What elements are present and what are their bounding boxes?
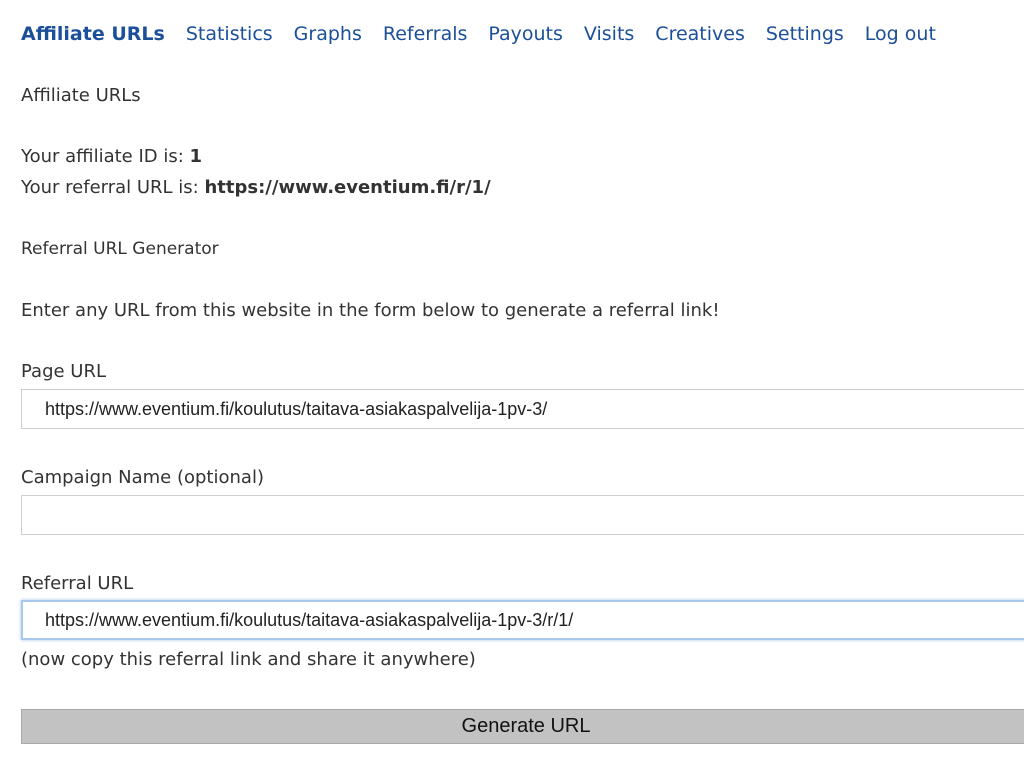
affiliate-id-line: Your affiliate ID is: 1 — [21, 145, 202, 169]
nav-settings[interactable]: Settings — [766, 20, 844, 48]
affiliate-nav: Affiliate URLs Statistics Graphs Referra… — [21, 20, 936, 48]
generator-heading: Referral URL Generator — [21, 239, 219, 259]
nav-visits[interactable]: Visits — [584, 20, 634, 48]
affiliate-id-value: 1 — [189, 146, 203, 167]
nav-referrals[interactable]: Referrals — [383, 20, 468, 48]
referral-url-value: https://www.eventium.fi/r/1/ — [204, 177, 491, 198]
page-title: Affiliate URLs — [21, 85, 141, 106]
campaign-name-label: Campaign Name (optional) — [21, 467, 264, 488]
nav-graphs[interactable]: Graphs — [294, 20, 362, 48]
referral-url-input[interactable] — [21, 600, 1024, 640]
nav-affiliate-urls[interactable]: Affiliate URLs — [21, 20, 165, 48]
nav-payouts[interactable]: Payouts — [488, 20, 563, 48]
referral-url-line: Your referral URL is: https://www.eventi… — [21, 176, 491, 200]
referral-url-field-label: Referral URL — [21, 573, 134, 594]
page-url-input[interactable] — [21, 389, 1024, 429]
referral-url-label: Your referral URL is: — [21, 177, 205, 198]
nav-log-out[interactable]: Log out — [865, 20, 936, 48]
affiliate-id-label: Your affiliate ID is: — [21, 146, 190, 167]
generator-instructions: Enter any URL from this website in the f… — [21, 300, 720, 321]
nav-statistics[interactable]: Statistics — [186, 20, 273, 48]
generate-url-button[interactable]: Generate URL — [21, 709, 1024, 744]
nav-creatives[interactable]: Creatives — [655, 20, 745, 48]
page-url-label: Page URL — [21, 361, 107, 382]
copy-hint: (now copy this referral link and share i… — [21, 649, 476, 670]
campaign-name-input[interactable] — [21, 495, 1024, 535]
